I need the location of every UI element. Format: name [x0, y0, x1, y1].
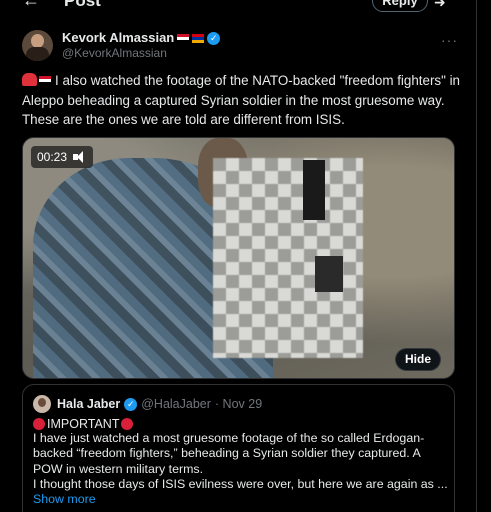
hide-button[interactable]: Hide	[395, 348, 441, 371]
reply-button[interactable]: Reply	[372, 0, 428, 12]
quote-handle[interactable]: @HalaJaber	[141, 396, 211, 412]
pixelated-shadow	[303, 160, 325, 220]
composer-icon[interactable]: ➜	[434, 0, 446, 11]
more-options-icon[interactable]: ···	[441, 32, 458, 48]
pixelated-shadow-lower	[315, 256, 343, 292]
red-circle-icon	[33, 418, 45, 430]
avatar[interactable]	[22, 30, 53, 61]
quote-body: I have just watched a most gruesome foot…	[33, 431, 448, 491]
quote-header: Hala Jaber ✓ @HalaJaber · Nov 29	[57, 396, 262, 412]
armenia-flag-icon	[192, 33, 205, 43]
author-handle[interactable]: @KevorkAlmassian	[62, 46, 167, 60]
red-circle-icon	[121, 418, 134, 430]
verified-badge-icon: ✓	[124, 397, 138, 411]
quote-avatar[interactable]	[33, 395, 51, 413]
video-timer[interactable]: 00:23	[31, 146, 94, 168]
important-label-row: IMPORTANT	[33, 416, 134, 432]
siren-icon	[22, 73, 37, 86]
verified-badge-icon: ✓	[207, 31, 221, 45]
author-name-row[interactable]: Kevork Almassian ✓	[62, 30, 221, 46]
video-time: 00:23	[37, 150, 68, 164]
syria-flag-icon	[39, 76, 51, 85]
tweet-body: I also watched the footage of the NATO-b…	[22, 73, 461, 127]
video-player[interactable]: 00:23 Hide	[22, 137, 455, 379]
show-more-link[interactable]: Show more	[33, 492, 96, 507]
syria-flag-icon	[177, 33, 190, 43]
quote-author-name[interactable]: Hala Jaber	[57, 396, 120, 412]
arrow-left-icon[interactable]: ←	[22, 0, 40, 9]
tweet-text: I also watched the footage of the NATO-b…	[22, 71, 462, 130]
important-label: IMPORTANT	[47, 417, 120, 431]
speaker-muted-icon[interactable]	[73, 151, 87, 163]
quote-date[interactable]: · Nov 29	[215, 396, 262, 412]
top-bar: ← Post Reply ➜	[0, 0, 476, 14]
column-divider	[476, 0, 477, 512]
author-name[interactable]: Kevork Almassian	[62, 30, 174, 46]
page-title: Post	[64, 0, 101, 10]
quoted-post[interactable]: Hala Jaber ✓ @HalaJaber · Nov 29 IMPORTA…	[22, 384, 455, 512]
